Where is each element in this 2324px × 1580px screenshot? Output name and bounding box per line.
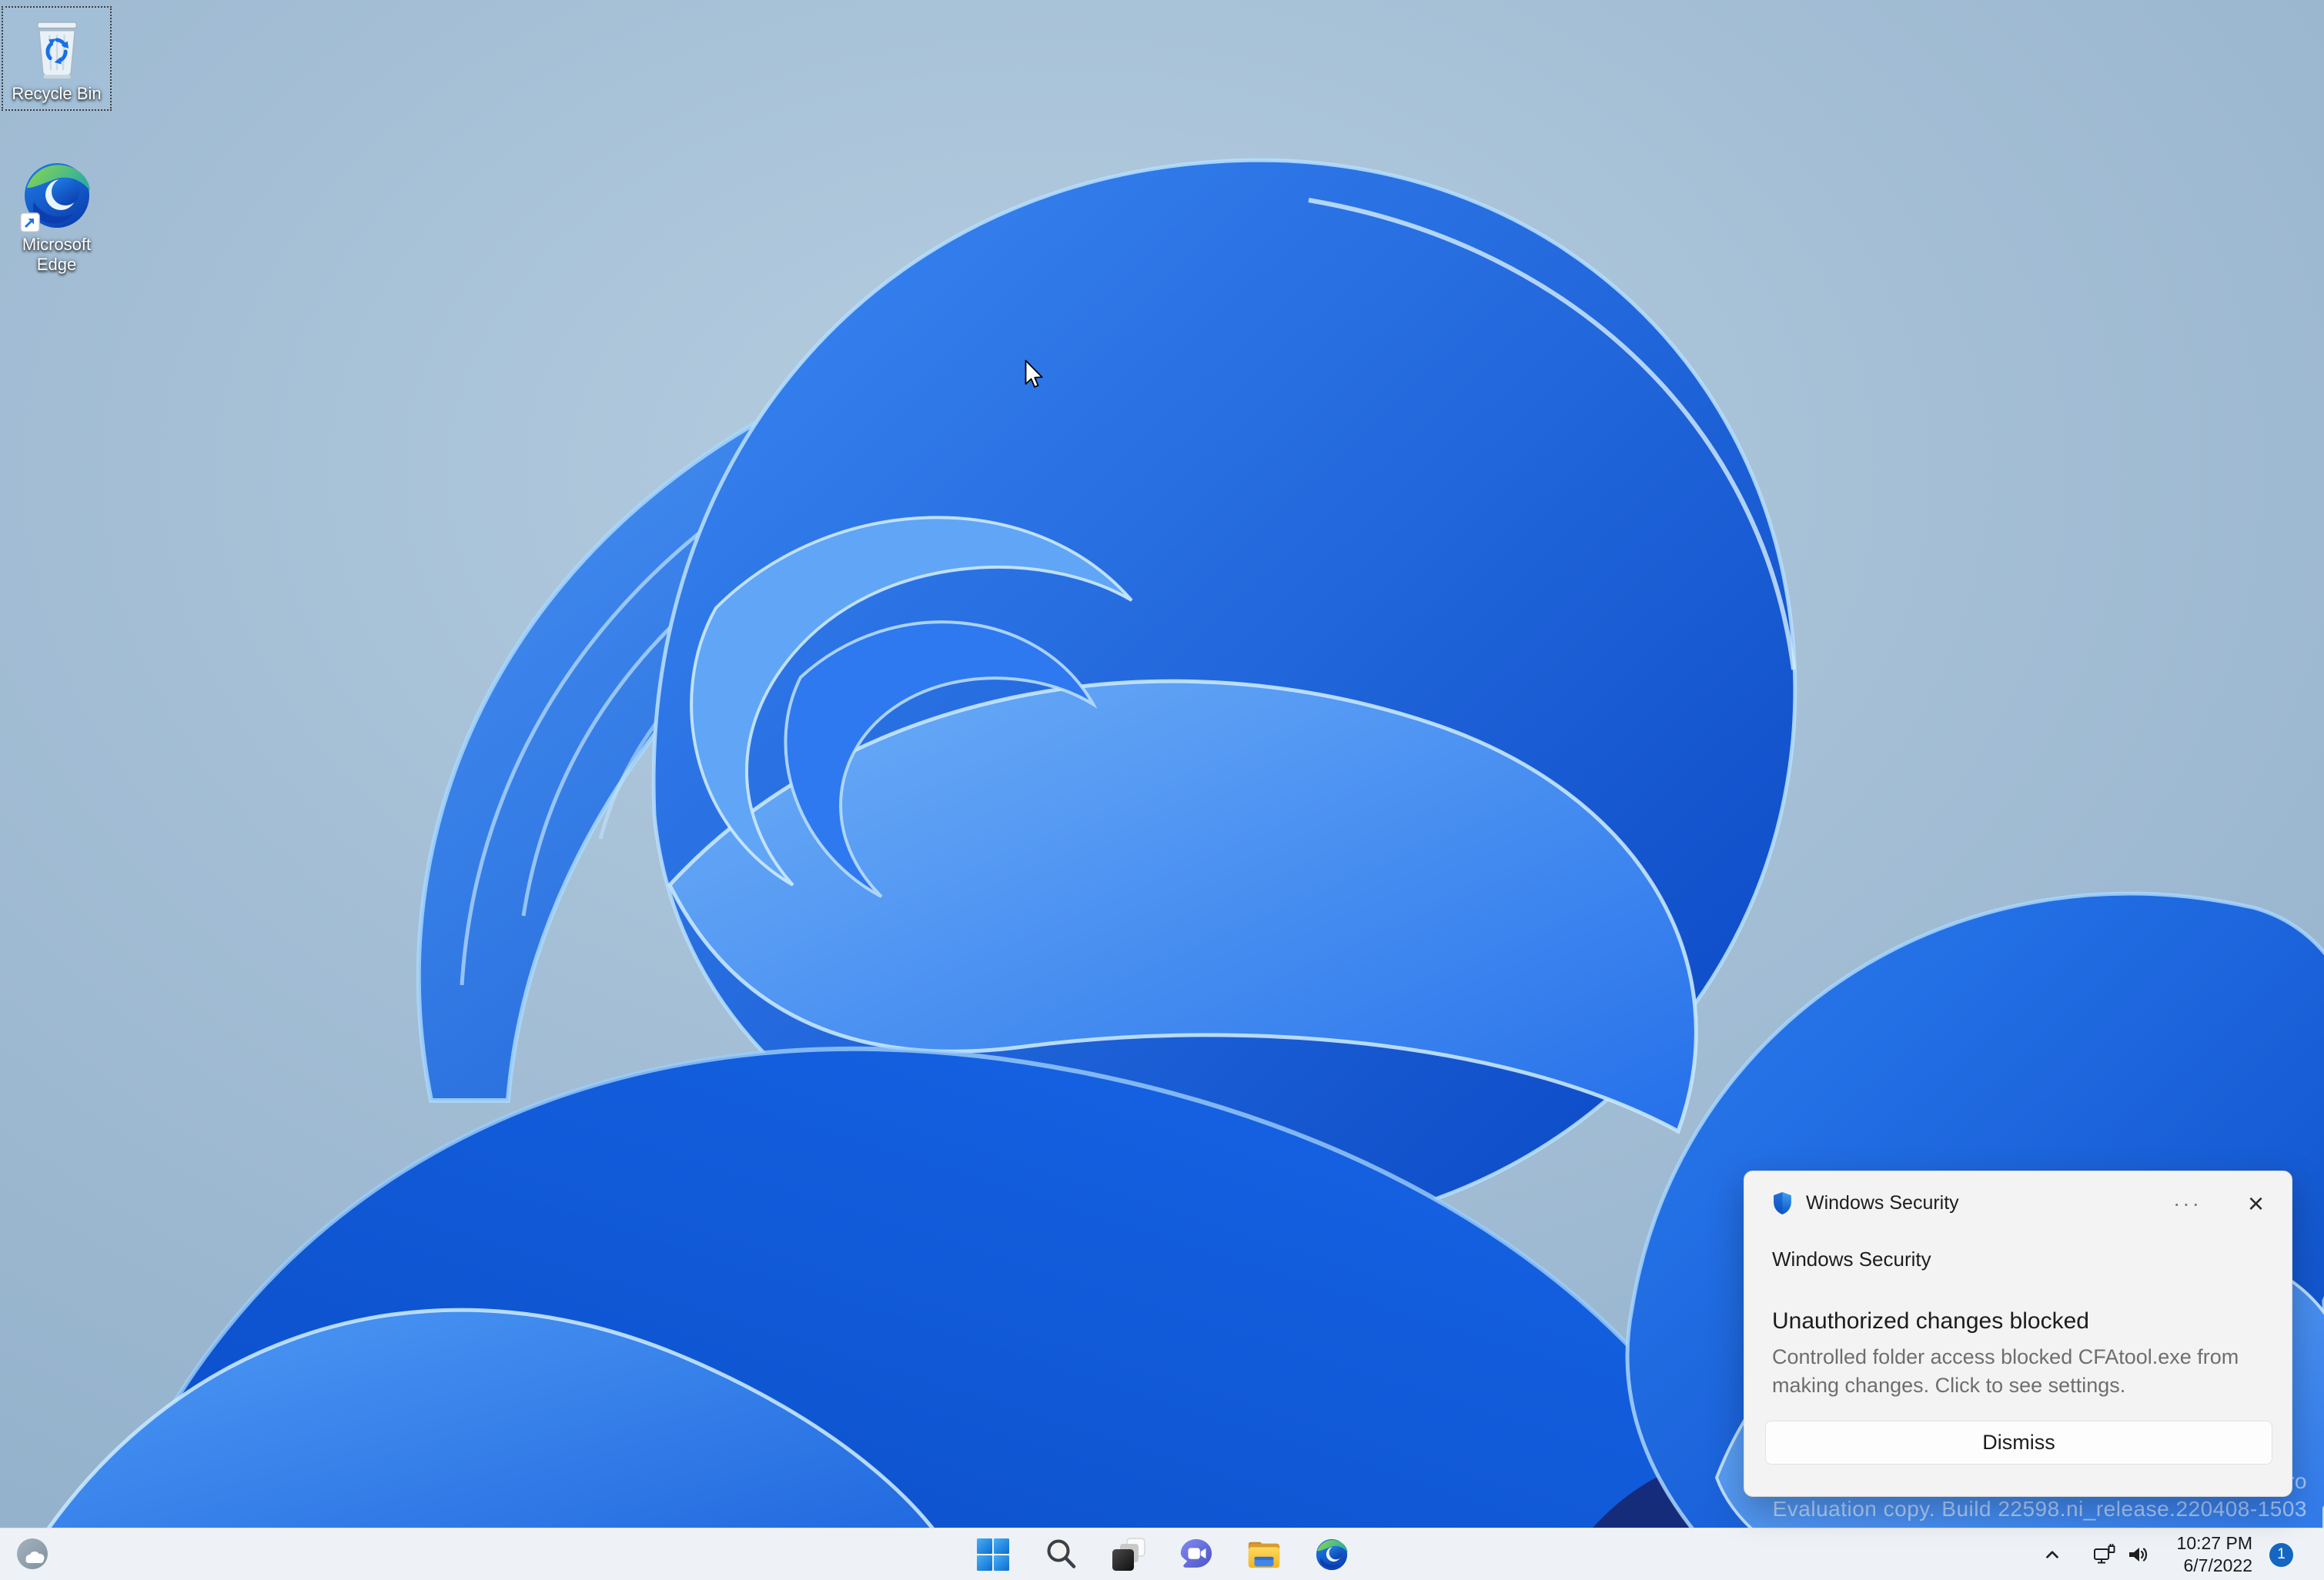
- notification-toast[interactable]: Windows Security ··· × Windows Security …: [1744, 1171, 2292, 1497]
- desktop-icon-microsoft-edge[interactable]: Microsoft Edge: [2, 151, 112, 291]
- windows-security-shield-icon: [1772, 1191, 1793, 1215]
- recycle-bin-icon: [27, 14, 87, 82]
- desktop-icon-recycle-bin[interactable]: Recycle Bin: [2, 6, 112, 111]
- shortcut-arrow-icon: [20, 212, 40, 232]
- search-icon: [1043, 1537, 1078, 1572]
- file-explorer-icon: [1246, 1537, 1282, 1572]
- start-icon: [975, 1537, 1011, 1572]
- chevron-up-icon: [2043, 1545, 2062, 1564]
- tray-time: 10:27 PM: [2177, 1532, 2252, 1555]
- search-button[interactable]: [1037, 1533, 1085, 1576]
- taskbar-center-icons: [969, 1533, 1356, 1576]
- toast-body: Controlled folder access blocked CFAtool…: [1772, 1343, 2257, 1400]
- desktop-icon-label: Microsoft Edge: [3, 235, 110, 275]
- toast-more-button[interactable]: ···: [2165, 1196, 2209, 1211]
- toast-title: Unauthorized changes blocked: [1772, 1308, 2264, 1334]
- edge-taskbar-button[interactable]: [1308, 1533, 1356, 1576]
- widgets-weather-icon: [15, 1537, 50, 1572]
- chat-button[interactable]: [1172, 1533, 1220, 1576]
- widgets-button[interactable]: [8, 1533, 57, 1576]
- toast-close-button[interactable]: ×: [2242, 1193, 2270, 1214]
- toast-app-name: Windows Security: [1806, 1192, 2165, 1214]
- mouse-cursor: [1025, 359, 1045, 392]
- file-explorer-button[interactable]: [1240, 1533, 1288, 1576]
- toast-source: Windows Security: [1772, 1248, 2264, 1271]
- task-view-button[interactable]: [1105, 1533, 1152, 1576]
- volume-icon: [2126, 1543, 2149, 1566]
- system-tray: 10:27 PM 6/7/2022 1: [2031, 1528, 2324, 1580]
- chat-icon: [1179, 1537, 1214, 1572]
- watermark-build: Evaluation copy. Build 22598.ni_release.…: [1773, 1495, 2307, 1523]
- network-icon: [2092, 1543, 2115, 1566]
- task-view-icon: [1111, 1537, 1146, 1572]
- taskbar: 10:27 PM 6/7/2022 1: [0, 1528, 2324, 1580]
- edge-icon: [1314, 1537, 1349, 1572]
- toast-header: Windows Security ··· ×: [1744, 1171, 2292, 1215]
- tray-date: 6/7/2022: [2183, 1555, 2252, 1577]
- clock-button[interactable]: 10:27 PM 6/7/2022: [2174, 1535, 2255, 1575]
- start-button[interactable]: [969, 1533, 1017, 1576]
- tray-overflow-button[interactable]: [2031, 1535, 2074, 1575]
- dismiss-button[interactable]: Dismiss: [1765, 1421, 2272, 1465]
- network-volume-button[interactable]: [2078, 1535, 2163, 1575]
- notification-count-badge[interactable]: 1: [2269, 1543, 2293, 1567]
- desktop-icon-label: Recycle Bin: [12, 84, 101, 104]
